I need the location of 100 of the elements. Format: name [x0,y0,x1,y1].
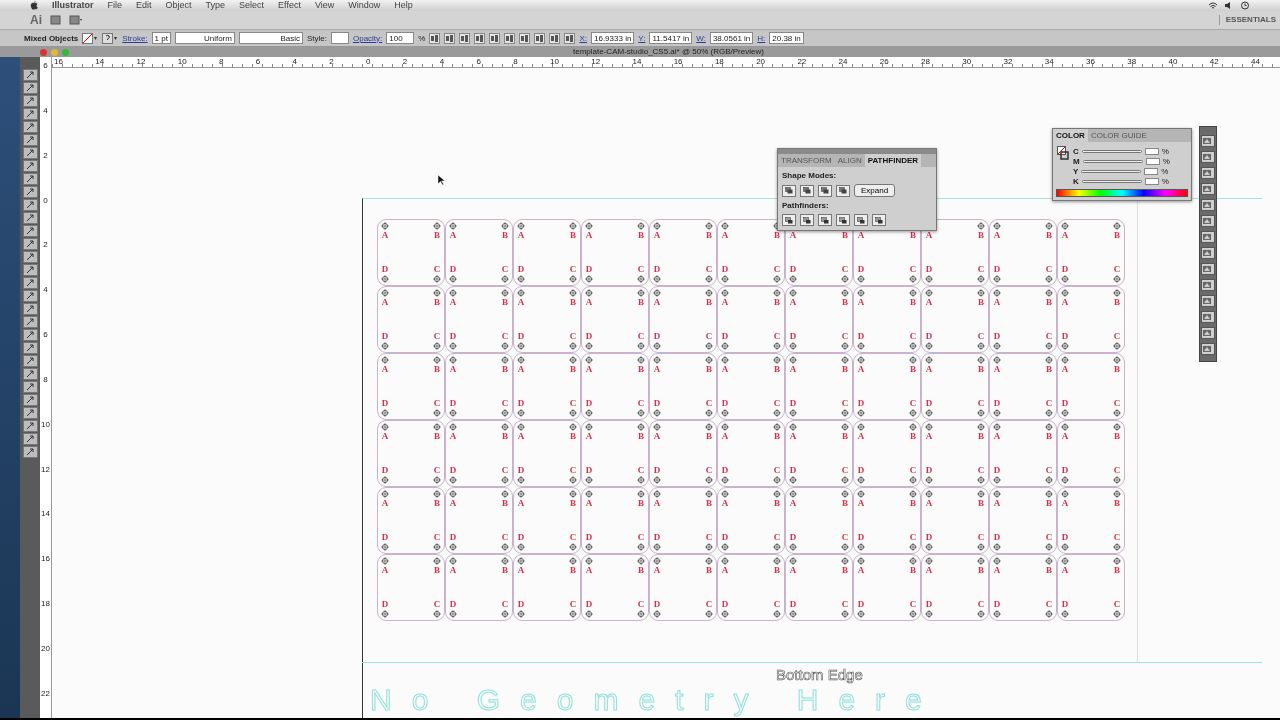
slider-track[interactable] [1082,159,1143,163]
align-icon[interactable] [444,32,456,44]
fill-stroke-icon[interactable] [1057,146,1069,160]
channel-field[interactable] [1144,177,1159,185]
expand-button[interactable]: Expand [854,184,896,197]
channel-field[interactable] [1144,167,1159,175]
tool-button[interactable] [22,368,38,380]
pathfinder-button[interactable] [800,214,814,226]
tool-button[interactable] [22,277,38,289]
tool-button[interactable] [22,342,38,354]
opacity-field[interactable]: 100 [386,32,415,44]
tool-button[interactable] [22,82,38,94]
menu-item[interactable]: Type [205,1,226,10]
align-icon[interactable] [429,32,441,44]
dock-button[interactable] [1201,263,1215,275]
dock-button[interactable] [1201,183,1215,195]
app-menu[interactable]: Illustrator [52,1,94,10]
dock-button[interactable] [1201,151,1215,163]
shape-mode-button[interactable] [782,184,796,197]
menu-item[interactable]: File [107,1,123,10]
tool-button[interactable] [22,199,38,211]
tool-button[interactable] [22,329,38,341]
panel-tab[interactable]: ALIGN [834,154,865,167]
tool-button[interactable] [22,433,38,445]
tool-button[interactable] [22,121,38,133]
opacity-label[interactable]: Opacity: [352,33,383,43]
menu-item[interactable]: Select [239,1,265,10]
tool-button[interactable] [22,160,38,172]
align-icon[interactable] [459,32,471,44]
coordinate-field[interactable]: 20.38 in [769,32,804,44]
tool-button[interactable] [22,394,38,406]
tool-button[interactable] [22,173,38,185]
tool-button[interactable] [22,212,38,224]
align-icon[interactable] [504,32,516,44]
tool-button[interactable] [22,251,38,263]
tool-button[interactable] [22,238,38,250]
tool-button[interactable] [22,316,38,328]
dock-button[interactable] [1201,199,1215,211]
tool-button[interactable] [22,290,38,302]
tool-button[interactable] [22,420,38,432]
stroke-profile-dropdown[interactable]: Uniform [174,32,235,44]
stroke-weight-field[interactable]: 1 pt [151,32,171,44]
menu-item[interactable]: Window [348,1,381,10]
tool-button[interactable] [22,69,38,81]
shape-mode-button[interactable] [818,184,832,197]
fill-swatch-icon[interactable] [82,32,99,44]
menu-item[interactable]: Help [394,1,413,10]
dock-button[interactable] [1201,215,1215,227]
dock-button[interactable] [1201,311,1215,323]
tool-button[interactable] [22,95,38,107]
dock-button[interactable] [1201,247,1215,259]
panel-tab[interactable]: COLOR [1053,129,1088,142]
brush-dropdown[interactable]: Basic [238,32,303,44]
align-icon[interactable] [564,32,576,44]
pathfinder-button[interactable] [872,214,886,226]
color-spectrum[interactable] [1056,189,1188,197]
align-icon[interactable] [549,32,561,44]
tool-button[interactable] [22,303,38,315]
tool-button[interactable] [22,225,38,237]
align-icon[interactable] [489,32,501,44]
coordinate-field[interactable]: 16.9333 in [591,32,635,44]
coordinate-field[interactable]: 11.5417 in [649,32,693,44]
dock-button[interactable] [1201,279,1215,291]
dock-button[interactable] [1201,135,1215,147]
coordinate-field[interactable]: 38.0561 in [709,32,754,44]
align-icon[interactable] [519,32,531,44]
dock-button[interactable] [1201,231,1215,243]
slider-track[interactable] [1081,179,1142,183]
tool-button[interactable] [22,381,38,393]
tool-button[interactable] [22,446,38,458]
style-dropdown[interactable] [330,32,349,44]
tool-button[interactable] [22,134,38,146]
dock-button[interactable] [1201,167,1215,179]
channel-field[interactable] [1144,147,1159,155]
tool-button[interactable] [22,108,38,120]
tool-button[interactable] [22,264,38,276]
align-icon[interactable] [534,32,546,44]
slider-track[interactable] [1081,169,1142,173]
pathfinder-button[interactable] [782,214,796,226]
dock-button[interactable] [1201,343,1215,355]
pathfinder-button[interactable] [836,214,850,226]
menu-item[interactable]: Object [165,1,192,10]
dock-button[interactable] [1201,295,1215,307]
workspace-switcher[interactable]: ESSENTIALS [1218,15,1280,25]
stroke-swatch-icon[interactable] [102,32,119,44]
shape-mode-button[interactable] [836,184,850,197]
tool-button[interactable] [22,355,38,367]
stroke-label[interactable]: Stroke: [122,33,148,43]
panel-tab[interactable]: COLOR GUIDE [1087,129,1150,142]
align-icon[interactable] [474,32,486,44]
pathfinder-button[interactable] [818,214,832,226]
dock-button[interactable] [1201,327,1215,339]
channel-field[interactable] [1145,157,1160,165]
menu-item[interactable]: View [314,1,335,10]
pathfinder-button[interactable] [854,214,868,226]
panel-tab[interactable]: PATHFINDER [864,154,922,167]
slider-track[interactable] [1081,149,1142,153]
shape-mode-button[interactable] [800,184,814,197]
menu-item[interactable]: Effect [278,1,301,10]
panel-tab[interactable]: TRANSFORM [778,154,835,167]
